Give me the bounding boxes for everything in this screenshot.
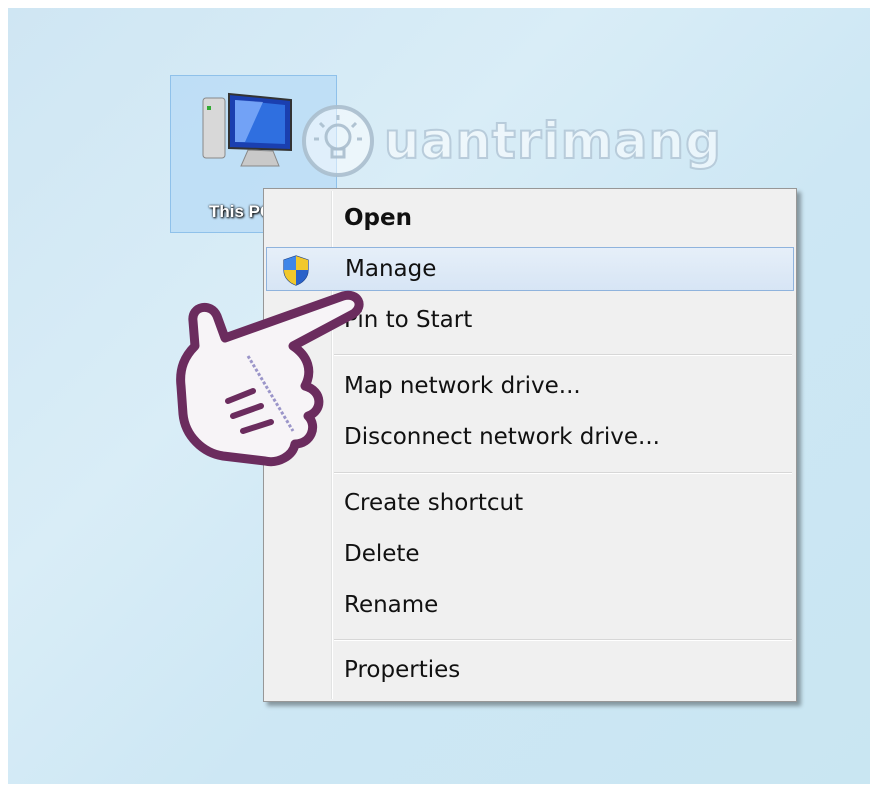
menu-item-label: Disconnect network drive... <box>344 424 660 450</box>
menu-item-delete[interactable]: Delete <box>266 533 794 577</box>
menu-item-label: Rename <box>344 592 439 618</box>
menu-item-open[interactable]: Open <box>266 197 794 241</box>
menu-item-label: Open <box>344 205 412 231</box>
menu-separator <box>334 639 792 641</box>
menu-item-label: Map network drive... <box>344 373 581 399</box>
menu-separator <box>334 472 792 474</box>
menu-item-label: Delete <box>344 541 420 567</box>
menu-item-label: Create shortcut <box>344 490 524 516</box>
lightbulb-logo <box>302 105 374 177</box>
watermark-text: uantrimang <box>383 111 722 171</box>
desktop[interactable]: This PC uantrimang Open Manage Pin to St… <box>8 8 870 784</box>
menu-item-rename[interactable]: Rename <box>266 584 794 628</box>
pointing-hand-icon <box>176 290 364 467</box>
menu-item-create-shortcut[interactable]: Create shortcut <box>266 482 794 526</box>
watermark: uantrimang <box>298 86 818 196</box>
menu-item-properties[interactable]: Properties <box>266 649 794 693</box>
computer-monitor-icon <box>202 92 292 167</box>
menu-separator <box>334 354 792 356</box>
menu-item-label: Properties <box>344 657 461 683</box>
